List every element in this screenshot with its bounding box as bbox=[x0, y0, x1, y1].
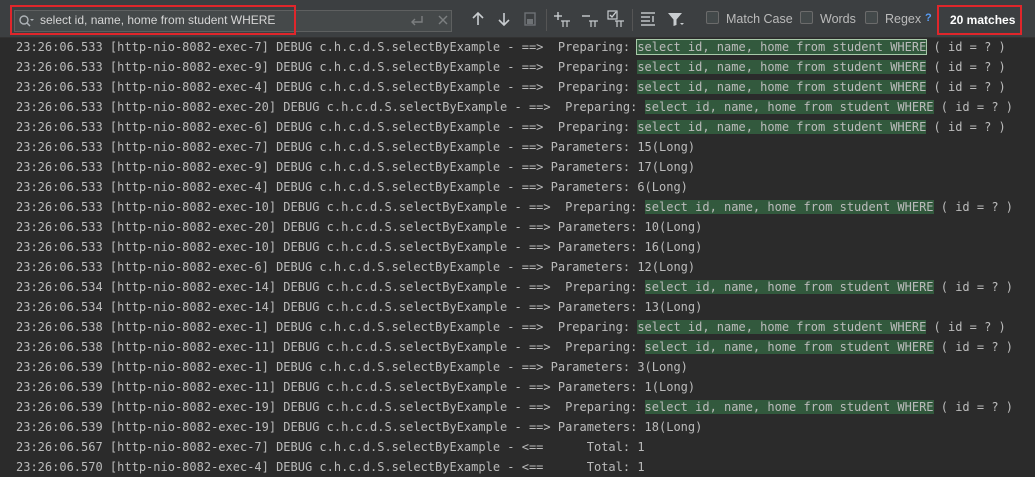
log-line: 23:26:06.533 [http-nio-8082-exec-7] DEBU… bbox=[0, 137, 1035, 157]
log-text: 23:26:06.533 [http-nio-8082-exec-9] DEBU… bbox=[16, 60, 638, 74]
filter-icon[interactable] bbox=[666, 10, 684, 28]
log-line: 23:26:06.533 [http-nio-8082-exec-20] DEB… bbox=[0, 97, 1035, 117]
log-line: 23:26:06.533 [http-nio-8082-exec-9] DEBU… bbox=[0, 157, 1035, 177]
log-text: 23:26:06.534 [http-nio-8082-exec-14] DEB… bbox=[16, 300, 703, 314]
log-text-suffix: ( id = ? ) bbox=[926, 40, 1006, 54]
arrow-down-icon[interactable] bbox=[495, 10, 513, 28]
words-label[interactable]: Words bbox=[820, 12, 856, 26]
regex-label[interactable]: Regex bbox=[885, 12, 921, 26]
regex-help-link[interactable]: ? bbox=[925, 12, 932, 24]
search-match-highlight: select id, name, home from student WHERE bbox=[637, 60, 927, 74]
log-line: 23:26:06.533 [http-nio-8082-exec-7] DEBU… bbox=[0, 37, 1035, 57]
search-field[interactable]: select id, name, home from student WHERE bbox=[14, 10, 452, 32]
log-text-suffix: ( id = ? ) bbox=[933, 400, 1014, 414]
log-text: 23:26:06.533 [http-nio-8082-exec-7] DEBU… bbox=[16, 40, 638, 54]
arrow-up-icon[interactable] bbox=[469, 10, 487, 28]
search-match-highlight: select id, name, home from student WHERE bbox=[637, 80, 927, 94]
log-text: 23:26:06.539 [http-nio-8082-exec-19] DEB… bbox=[16, 400, 645, 414]
log-line: 23:26:06.539 [http-nio-8082-exec-19] DEB… bbox=[0, 417, 1035, 437]
log-text: 23:26:06.533 [http-nio-8082-exec-10] DEB… bbox=[16, 240, 703, 254]
log-text-suffix: ( id = ? ) bbox=[933, 340, 1014, 354]
log-text-suffix: ( id = ? ) bbox=[926, 80, 1006, 94]
log-text: 23:26:06.570 [http-nio-8082-exec-4] DEBU… bbox=[16, 460, 645, 474]
log-text: 23:26:06.533 [http-nio-8082-exec-6] DEBU… bbox=[16, 120, 638, 134]
log-text-suffix: ( id = ? ) bbox=[926, 320, 1006, 334]
log-text: 23:26:06.533 [http-nio-8082-exec-4] DEBU… bbox=[16, 80, 638, 94]
match-case-label[interactable]: Match Case bbox=[726, 12, 793, 26]
regex-checkbox[interactable] bbox=[865, 11, 878, 24]
search-match-highlight: select id, name, home from student WHERE bbox=[644, 200, 934, 214]
log-line: 23:26:06.534 [http-nio-8082-exec-14] DEB… bbox=[0, 297, 1035, 317]
log-text: 23:26:06.538 [http-nio-8082-exec-11] DEB… bbox=[16, 340, 645, 354]
log-line: 23:26:06.533 [http-nio-8082-exec-10] DEB… bbox=[0, 197, 1035, 217]
log-text-suffix: ( id = ? ) bbox=[926, 120, 1006, 134]
log-text: 23:26:06.534 [http-nio-8082-exec-14] DEB… bbox=[16, 280, 645, 294]
log-line: 23:26:06.534 [http-nio-8082-exec-14] DEB… bbox=[0, 277, 1035, 297]
match-case-checkbox[interactable] bbox=[706, 11, 719, 24]
log-text: 23:26:06.533 [http-nio-8082-exec-6] DEBU… bbox=[16, 260, 696, 274]
log-text: 23:26:06.539 [http-nio-8082-exec-11] DEB… bbox=[16, 380, 696, 394]
words-checkbox[interactable] bbox=[800, 11, 813, 24]
toolbar-separator bbox=[632, 9, 633, 31]
log-text: 23:26:06.539 [http-nio-8082-exec-1] DEBU… bbox=[16, 360, 688, 374]
log-text: 23:26:06.567 [http-nio-8082-exec-7] DEBU… bbox=[16, 440, 645, 454]
log-line: 23:26:06.533 [http-nio-8082-exec-4] DEBU… bbox=[0, 177, 1035, 197]
search-match-highlight: select id, name, home from student WHERE bbox=[644, 400, 934, 414]
log-text: 23:26:06.533 [http-nio-8082-exec-7] DEBU… bbox=[16, 140, 696, 154]
search-match-highlight: select id, name, home from student WHERE bbox=[644, 340, 934, 354]
log-text-suffix: ( id = ? ) bbox=[933, 280, 1014, 294]
log-line: 23:26:06.539 [http-nio-8082-exec-1] DEBU… bbox=[0, 357, 1035, 377]
select-all-check-icon[interactable] bbox=[607, 10, 625, 28]
log-line: 23:26:06.567 [http-nio-8082-exec-7] DEBU… bbox=[0, 437, 1035, 457]
log-text: 23:26:06.539 [http-nio-8082-exec-19] DEB… bbox=[16, 420, 703, 434]
log-line: 23:26:06.533 [http-nio-8082-exec-10] DEB… bbox=[0, 237, 1035, 257]
log-text-suffix: ( id = ? ) bbox=[926, 60, 1006, 74]
clear-icon[interactable] bbox=[436, 13, 450, 27]
log-line: 23:26:06.539 [http-nio-8082-exec-19] DEB… bbox=[0, 397, 1035, 417]
log-text: 23:26:06.538 [http-nio-8082-exec-1] DEBU… bbox=[16, 320, 638, 334]
log-line: 23:26:06.539 [http-nio-8082-exec-11] DEB… bbox=[0, 377, 1035, 397]
find-toolbar: select id, name, home from student WHERE bbox=[0, 0, 1035, 38]
log-text-suffix: ( id = ? ) bbox=[933, 100, 1014, 114]
log-text: 23:26:06.533 [http-nio-8082-exec-10] DEB… bbox=[16, 200, 645, 214]
search-match-highlight: select id, name, home from student WHERE bbox=[636, 39, 928, 55]
search-match-highlight: select id, name, home from student WHERE bbox=[644, 280, 934, 294]
new-line-icon[interactable] bbox=[409, 14, 425, 28]
log-line: 23:26:06.533 [http-nio-8082-exec-4] DEBU… bbox=[0, 77, 1035, 97]
match-count: 20 matches bbox=[950, 13, 1016, 27]
log-text-suffix: ( id = ? ) bbox=[933, 200, 1014, 214]
log-line: 23:26:06.570 [http-nio-8082-exec-4] DEBU… bbox=[0, 457, 1035, 477]
log-line: 23:26:06.538 [http-nio-8082-exec-11] DEB… bbox=[0, 337, 1035, 357]
log-text: 23:26:06.533 [http-nio-8082-exec-4] DEBU… bbox=[16, 180, 688, 194]
log-text: 23:26:06.533 [http-nio-8082-exec-9] DEBU… bbox=[16, 160, 696, 174]
log-text: 23:26:06.533 [http-nio-8082-exec-20] DEB… bbox=[16, 100, 645, 114]
log-line: 23:26:06.533 [http-nio-8082-exec-9] DEBU… bbox=[0, 57, 1035, 77]
search-match-highlight: select id, name, home from student WHERE bbox=[637, 320, 927, 334]
console-log[interactable]: 23:26:06.533 [http-nio-8082-exec-7] DEBU… bbox=[0, 37, 1035, 477]
add-occurrence-icon[interactable] bbox=[553, 10, 571, 28]
search-input[interactable]: select id, name, home from student WHERE bbox=[40, 13, 275, 27]
log-line: 23:26:06.533 [http-nio-8082-exec-6] DEBU… bbox=[0, 257, 1035, 277]
toolbar-separator bbox=[546, 9, 547, 31]
search-icon[interactable] bbox=[18, 14, 34, 28]
select-all-occurrences-icon[interactable] bbox=[521, 10, 539, 28]
remove-occurrence-icon[interactable] bbox=[581, 10, 599, 28]
in-selection-icon[interactable] bbox=[639, 10, 657, 28]
log-line: 23:26:06.533 [http-nio-8082-exec-6] DEBU… bbox=[0, 117, 1035, 137]
search-match-highlight: select id, name, home from student WHERE bbox=[637, 120, 927, 134]
search-match-highlight: select id, name, home from student WHERE bbox=[644, 100, 934, 114]
log-text: 23:26:06.533 [http-nio-8082-exec-20] DEB… bbox=[16, 220, 703, 234]
log-line: 23:26:06.533 [http-nio-8082-exec-20] DEB… bbox=[0, 217, 1035, 237]
log-line: 23:26:06.538 [http-nio-8082-exec-1] DEBU… bbox=[0, 317, 1035, 337]
